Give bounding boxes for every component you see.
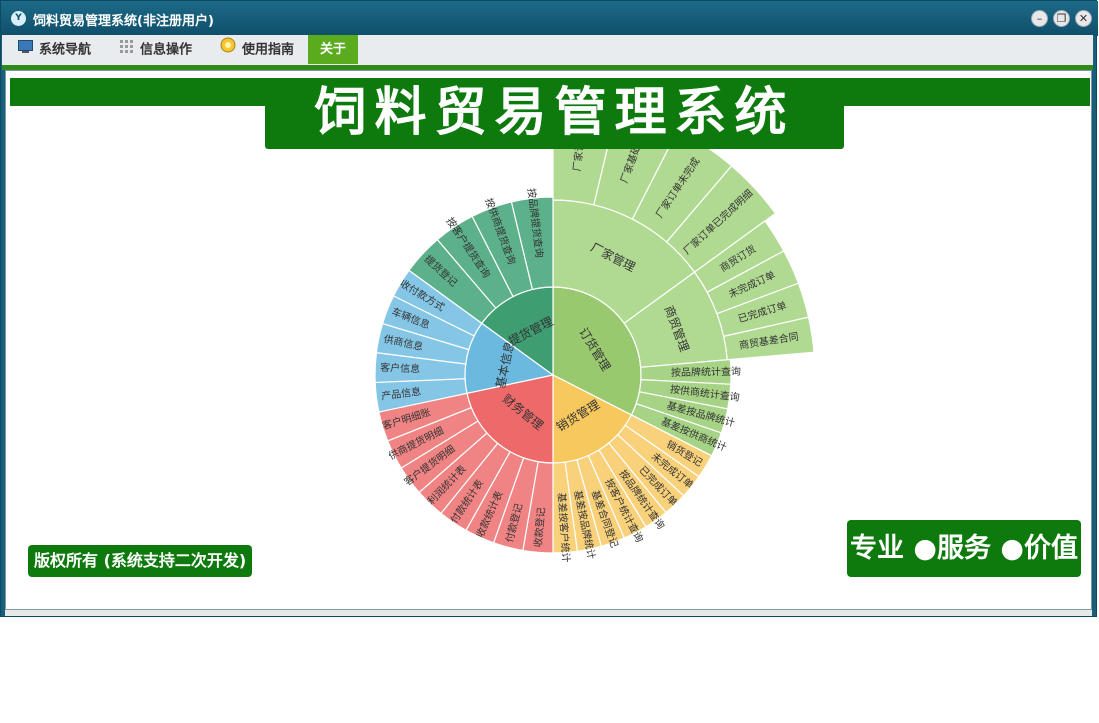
sunburst-leaf-label: 按品牌统计查询 [671, 365, 741, 379]
slogan-badge: 专业 ●服务 ●价值 [847, 520, 1081, 577]
banner-title: 饲料贸易管理系统 [265, 78, 844, 149]
footer-strip [5, 610, 1092, 616]
copyright-label: 版权所有 (系统支持二次开发) [28, 545, 253, 577]
